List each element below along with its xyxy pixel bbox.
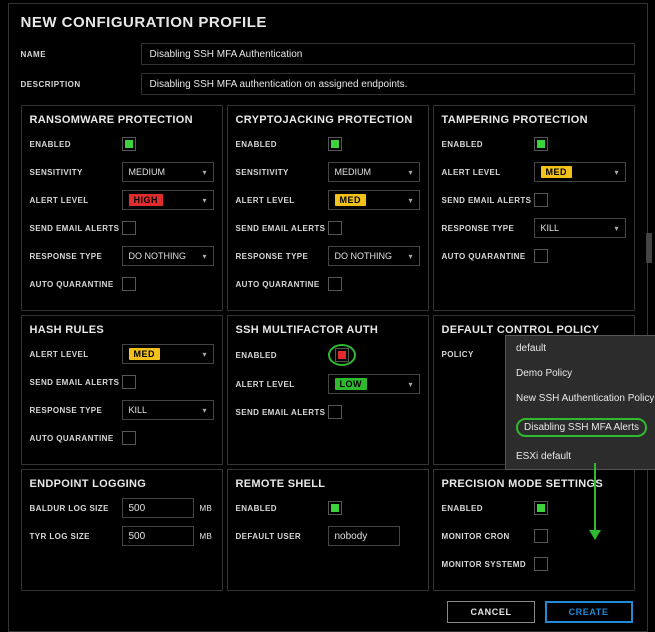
crypto-sensitivity-select[interactable]: MEDIUM▾ xyxy=(328,162,420,182)
tampering-alert-select[interactable]: MED ▾ xyxy=(534,162,626,182)
alert-badge-med: MED xyxy=(129,348,161,360)
unit-label: MB xyxy=(200,532,213,541)
card-title: HASH RULES xyxy=(30,324,214,336)
create-button[interactable]: CREATE xyxy=(545,601,633,623)
chevron-down-icon: ▾ xyxy=(202,406,206,415)
card-title: REMOTE SHELL xyxy=(236,478,420,490)
sensitivity-label: SENSITIVITY xyxy=(30,168,122,177)
sshmfa-email-checkbox[interactable] xyxy=(328,405,342,419)
policy-dropdown: default Demo Policy New SSH Authenticati… xyxy=(505,335,655,470)
crypto-enabled-checkbox[interactable] xyxy=(328,137,342,151)
alert-badge-med: MED xyxy=(335,194,367,206)
crypto-email-checkbox[interactable] xyxy=(328,221,342,235)
chevron-down-icon: ▾ xyxy=(614,224,618,233)
card-title: PRECISION MODE SETTINGS xyxy=(442,478,626,490)
chevron-down-icon: ▾ xyxy=(202,252,206,261)
enabled-label: ENABLED xyxy=(30,140,122,149)
hash-email-checkbox[interactable] xyxy=(122,375,136,389)
cryptojacking-card: CRYPTOJACKING PROTECTION ENABLED SENSITI… xyxy=(227,105,429,311)
policy-option[interactable]: New SSH Authentication Policy xyxy=(506,386,655,411)
policy-option[interactable]: default xyxy=(506,336,655,361)
tampering-email-checkbox[interactable] xyxy=(534,193,548,207)
description-input[interactable] xyxy=(141,73,635,95)
tampering-response-select[interactable]: KILL▾ xyxy=(534,218,626,238)
chevron-down-icon: ▾ xyxy=(408,168,412,177)
annotation-circle xyxy=(328,344,356,366)
email-label: SEND EMAIL ALERTS xyxy=(30,224,122,233)
precision-systemd-checkbox[interactable] xyxy=(534,557,548,571)
card-title: CRYPTOJACKING PROTECTION xyxy=(236,114,420,126)
card-title: SSH MULTIFACTOR AUTH xyxy=(236,324,420,336)
chevron-down-icon: ▾ xyxy=(202,168,206,177)
chevron-down-icon: ▾ xyxy=(408,196,412,205)
chevron-down-icon: ▾ xyxy=(614,168,618,177)
unit-label: MB xyxy=(200,504,213,513)
crypto-quarantine-checkbox[interactable] xyxy=(328,277,342,291)
hash-quarantine-checkbox[interactable] xyxy=(122,431,136,445)
logging-card: ENDPOINT LOGGING BALDUR LOG SIZEMB TYR L… xyxy=(21,469,223,591)
annotation-arrow-icon xyxy=(594,463,596,537)
policy-option[interactable]: Disabling SSH MFA Alerts xyxy=(506,411,655,444)
tampering-quarantine-checkbox[interactable] xyxy=(534,249,548,263)
hash-alert-select[interactable]: MED ▾ xyxy=(122,344,214,364)
sshmfa-card: SSH MULTIFACTOR AUTH ENABLED ALERT LEVEL… xyxy=(227,315,429,465)
alert-label: ALERT LEVEL xyxy=(30,196,122,205)
modal-title: NEW CONFIGURATION PROFILE xyxy=(9,4,647,39)
name-input[interactable] xyxy=(141,43,635,65)
cancel-button[interactable]: CANCEL xyxy=(447,601,534,623)
chevron-down-icon: ▾ xyxy=(202,196,206,205)
name-label: NAME xyxy=(21,50,141,59)
card-title: TAMPERING PROTECTION xyxy=(442,114,626,126)
policy-option[interactable]: ESXi default xyxy=(506,444,655,469)
chevron-down-icon: ▾ xyxy=(408,380,412,389)
precision-card: PRECISION MODE SETTINGS ENABLED MONITOR … xyxy=(433,469,635,591)
ransomware-response-select[interactable]: DO NOTHING▾ xyxy=(122,246,214,266)
hash-response-select[interactable]: KILL▾ xyxy=(122,400,214,420)
alert-badge-med: MED xyxy=(541,166,573,178)
card-title: RANSOMWARE PROTECTION xyxy=(30,114,214,126)
quarantine-label: AUTO QUARANTINE xyxy=(30,280,122,289)
sshmfa-enabled-checkbox[interactable] xyxy=(335,348,349,362)
ransomware-alert-select[interactable]: HIGH ▾ xyxy=(122,190,214,210)
sshmfa-alert-select[interactable]: LOW ▾ xyxy=(328,374,420,394)
ransomware-email-checkbox[interactable] xyxy=(122,221,136,235)
ransomware-sensitivity-select[interactable]: MEDIUM▾ xyxy=(122,162,214,182)
chevron-down-icon: ▾ xyxy=(408,252,412,261)
ransomware-quarantine-checkbox[interactable] xyxy=(122,277,136,291)
baldur-size-input[interactable] xyxy=(122,498,194,518)
remote-user-input[interactable] xyxy=(328,526,400,546)
response-label: RESPONSE TYPE xyxy=(30,252,122,261)
alert-badge-high: HIGH xyxy=(129,194,164,206)
chevron-down-icon: ▾ xyxy=(202,350,206,359)
annotation-circle: Disabling SSH MFA Alerts xyxy=(516,418,647,437)
policy-option[interactable]: Demo Policy xyxy=(506,361,655,386)
tampering-card: TAMPERING PROTECTION ENABLED ALERT LEVEL… xyxy=(433,105,635,311)
card-title: ENDPOINT LOGGING xyxy=(30,478,214,490)
description-label: DESCRIPTION xyxy=(21,80,141,89)
crypto-response-select[interactable]: DO NOTHING▾ xyxy=(328,246,420,266)
precision-cron-checkbox[interactable] xyxy=(534,529,548,543)
crypto-alert-select[interactable]: MED ▾ xyxy=(328,190,420,210)
ransomware-enabled-checkbox[interactable] xyxy=(122,137,136,151)
scrollbar-thumb[interactable] xyxy=(646,233,652,263)
precision-enabled-checkbox[interactable] xyxy=(534,501,548,515)
tyr-size-input[interactable] xyxy=(122,526,194,546)
remote-enabled-checkbox[interactable] xyxy=(328,501,342,515)
hash-card: HASH RULES ALERT LEVELMED▾ SEND EMAIL AL… xyxy=(21,315,223,465)
remote-card: REMOTE SHELL ENABLED DEFAULT USER xyxy=(227,469,429,591)
tampering-enabled-checkbox[interactable] xyxy=(534,137,548,151)
ransomware-card: RANSOMWARE PROTECTION ENABLED SENSITIVIT… xyxy=(21,105,223,311)
alert-badge-low: LOW xyxy=(335,378,368,390)
